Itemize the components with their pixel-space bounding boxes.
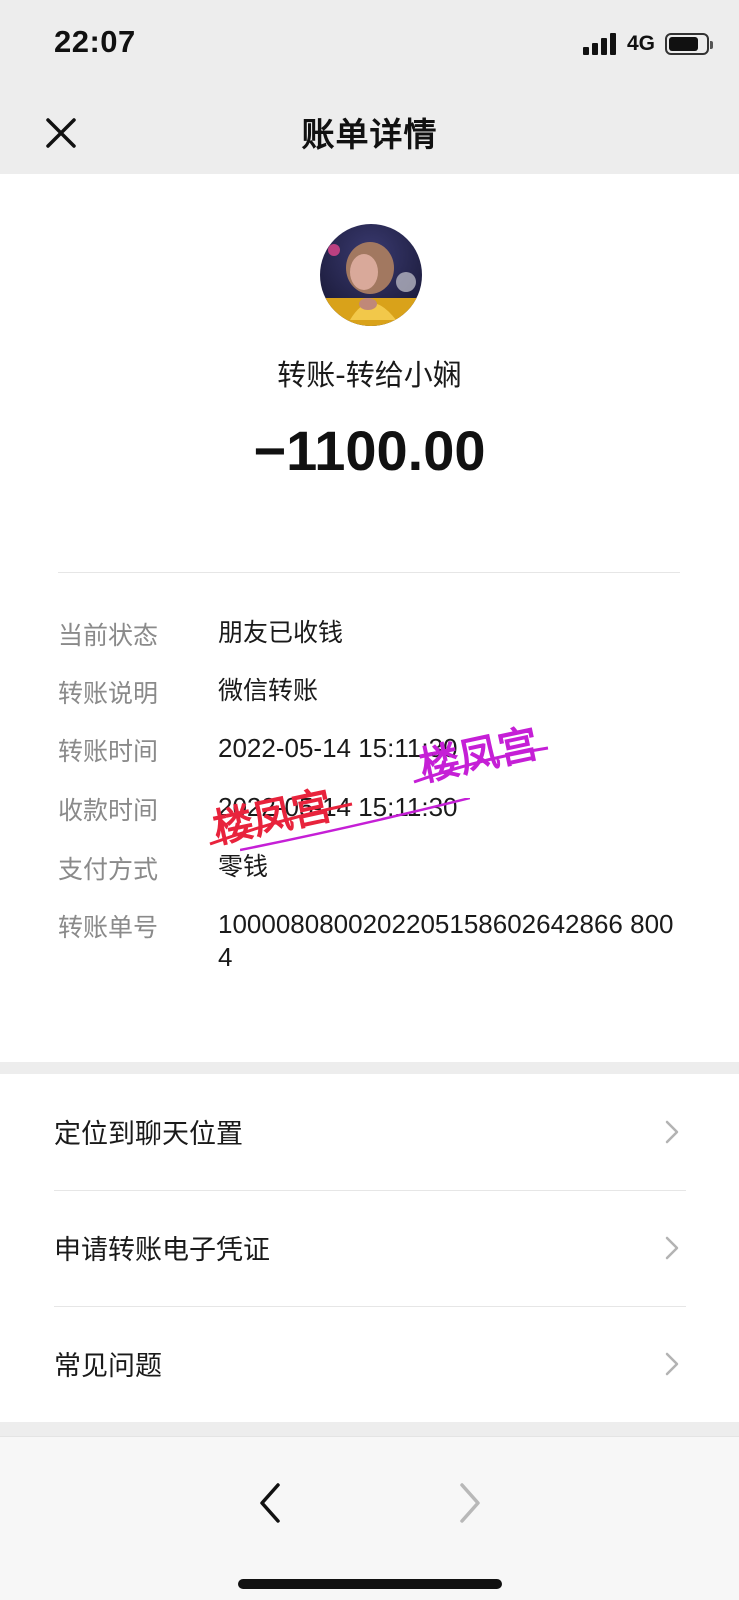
back-button[interactable] (250, 1477, 294, 1529)
signal-icon (582, 33, 619, 55)
battery-icon (665, 33, 713, 55)
network-type: 4G (626, 32, 655, 55)
page-title: 账单详情 (301, 115, 438, 154)
detail-label: 转账说明 (58, 679, 159, 708)
menu-item-request-voucher[interactable]: 申请转账电子凭证 (54, 1190, 686, 1306)
menu-label: 常见问题 (54, 1351, 162, 1382)
detail-value: 2022-05-14 15:11:30 (218, 733, 458, 763)
detail-value: 零钱 (218, 852, 269, 881)
menu-item-locate-chat[interactable]: 定位到聊天位置 (54, 1074, 686, 1190)
detail-value: 1000080800202205158602642866 8004 (218, 909, 674, 972)
transaction-amount: −1100.00 (253, 419, 486, 482)
actions-list: 定位到聊天位置 申请转账电子凭证 常见问题 (0, 1074, 739, 1422)
detail-value: 朋友已收钱 (218, 618, 344, 647)
chevron-right-icon (460, 1483, 480, 1523)
menu-label: 定位到聊天位置 (54, 1119, 243, 1150)
forward-button[interactable] (446, 1477, 490, 1529)
bill-summary-card: 转账-转给小娴 −1100.00 当前状态 朋友已收钱 转账说明 微信转账 转账… (0, 174, 739, 1062)
detail-value: 2022-05-14 15:11:30 (218, 792, 458, 822)
detail-label: 转账单号 (58, 913, 159, 942)
menu-label: 申请转账电子凭证 (54, 1235, 270, 1266)
detail-value: 微信转账 (218, 676, 319, 705)
detail-label: 转账时间 (58, 737, 159, 766)
detail-label: 支付方式 (58, 855, 159, 884)
payee-avatar[interactable] (320, 224, 422, 326)
status-indicators: 4G (582, 32, 713, 56)
divider (58, 572, 680, 573)
payee-description: 转账-转给小娴 (277, 358, 462, 392)
menu-item-faq[interactable]: 常见问题 (54, 1306, 686, 1422)
home-indicator[interactable] (238, 1579, 502, 1589)
browser-toolbar (0, 1436, 739, 1600)
status-time: 22:07 (54, 24, 136, 59)
chevron-left-icon (260, 1483, 280, 1523)
navigation-bar: 账单详情 (0, 88, 739, 174)
detail-label: 当前状态 (58, 621, 159, 650)
chevron-right-icon (665, 1236, 679, 1260)
chevron-right-icon (665, 1352, 679, 1376)
chevron-right-icon (665, 1120, 679, 1144)
status-bar: 22:07 4G (0, 0, 739, 88)
detail-label: 收款时间 (58, 796, 159, 825)
